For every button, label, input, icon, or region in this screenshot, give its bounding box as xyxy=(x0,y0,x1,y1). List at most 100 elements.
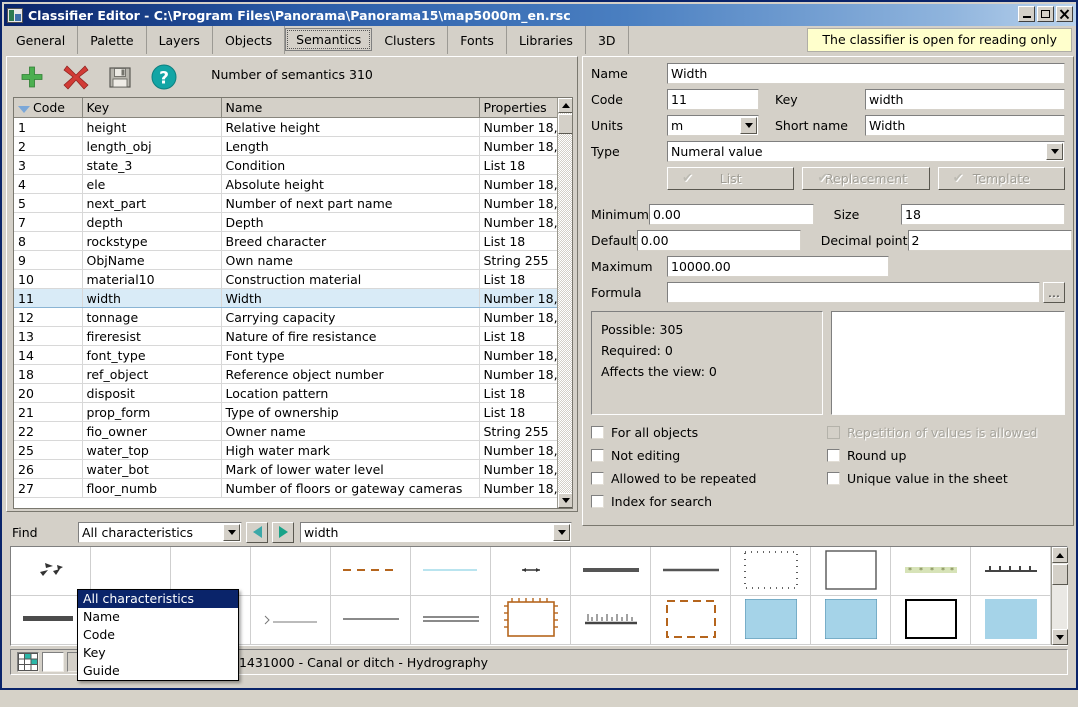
scroll-thumb[interactable] xyxy=(558,114,573,134)
checkbox-allowed-to-be-repeated[interactable]: Allowed to be repeated xyxy=(591,471,827,486)
scroll-down-button[interactable] xyxy=(558,493,573,508)
column-header-properties[interactable]: Properties xyxy=(479,98,559,118)
checkbox-box[interactable] xyxy=(827,472,840,485)
symbol-scroll-up-button[interactable] xyxy=(1052,547,1068,563)
semantics-table[interactable]: Code Key Name Properties 1heightRelative… xyxy=(13,97,573,509)
formula-field[interactable] xyxy=(667,282,1040,303)
tab-palette[interactable]: Palette xyxy=(78,26,146,54)
table-row[interactable]: 13fireresistNature of fire resistanceLis… xyxy=(14,327,559,346)
symbol-cell[interactable] xyxy=(411,596,491,645)
symbol-gallery-scrollbar[interactable] xyxy=(1051,547,1067,645)
symbol-scroll-down-button[interactable] xyxy=(1052,629,1068,645)
symbol-cell[interactable] xyxy=(571,547,651,596)
checkbox-not-editing[interactable]: Not editing xyxy=(591,448,827,463)
decimal-point-field[interactable] xyxy=(908,230,1072,251)
table-row[interactable]: 12tonnageCarrying capacityNumber 18,2 xyxy=(14,308,559,327)
chevron-down-icon[interactable] xyxy=(223,524,240,541)
table-row[interactable]: 20dispositLocation patternList 18 xyxy=(14,384,559,403)
table-row[interactable]: 4eleAbsolute heightNumber 18,2 xyxy=(14,175,559,194)
type-select[interactable]: Numeral value xyxy=(667,141,1065,162)
formula-browse-button[interactable]: ... xyxy=(1043,282,1065,303)
table-grid-icon[interactable] xyxy=(17,652,39,672)
symbol-cell[interactable] xyxy=(251,596,331,645)
chevron-down-icon[interactable] xyxy=(553,524,570,541)
symbol-cell[interactable] xyxy=(731,547,811,596)
table-row[interactable]: 3state_3ConditionList 18 xyxy=(14,156,559,175)
column-header-code[interactable]: Code xyxy=(14,98,82,118)
scroll-up-button[interactable] xyxy=(558,98,573,113)
checkbox-box[interactable] xyxy=(827,449,840,462)
table-row[interactable]: 2length_objLengthNumber 18,2 xyxy=(14,137,559,156)
symbol-cell[interactable] xyxy=(331,596,411,645)
symbol-cell[interactable] xyxy=(651,596,731,645)
checkbox-box[interactable] xyxy=(591,426,604,439)
tab-3d[interactable]: 3D xyxy=(586,26,629,54)
find-previous-button[interactable] xyxy=(246,522,268,543)
checkbox-unique-value-in-sheet[interactable]: Unique value in the sheet xyxy=(827,471,1065,486)
close-button[interactable] xyxy=(1056,6,1073,22)
symbol-cell[interactable]: ***** xyxy=(891,547,971,596)
symbol-cell[interactable] xyxy=(811,596,891,645)
maximum-field[interactable] xyxy=(667,256,889,277)
table-row[interactable]: 27floor_numbNumber of floors or gateway … xyxy=(14,479,559,498)
checkbox-box[interactable] xyxy=(591,472,604,485)
symbol-cell[interactable] xyxy=(411,547,491,596)
symbol-cell[interactable] xyxy=(251,547,331,596)
tab-semantics[interactable]: Semantics xyxy=(285,28,372,51)
checkbox-for-all-objects[interactable]: For all objects xyxy=(591,425,827,440)
dropdown-option[interactable]: Key xyxy=(78,644,238,662)
symbol-scroll-thumb[interactable] xyxy=(1052,564,1068,585)
name-field[interactable] xyxy=(667,63,1065,84)
table-row[interactable]: 22fio_ownerOwner nameString 255 xyxy=(14,422,559,441)
symbol-cell[interactable] xyxy=(331,547,411,596)
table-row[interactable]: 9ObjNameOwn nameString 255 xyxy=(14,251,559,270)
find-scope-select[interactable]: All characteristics xyxy=(78,522,242,543)
table-row[interactable]: 1heightRelative heightNumber 18,2 xyxy=(14,118,559,137)
dropdown-option[interactable]: Name xyxy=(78,608,238,626)
template-button[interactable]: ✔Template xyxy=(938,167,1065,190)
find-scope-dropdown-menu[interactable]: All characteristicsNameCodeKeyGuide xyxy=(77,589,239,681)
checkbox-index-for-search[interactable]: Index for search xyxy=(591,494,827,509)
minimize-button[interactable] xyxy=(1018,6,1035,22)
maximize-button[interactable] xyxy=(1037,6,1054,22)
table-row[interactable]: 10material10Construction materialList 18 xyxy=(14,270,559,289)
tab-layers[interactable]: Layers xyxy=(147,26,213,54)
description-box[interactable] xyxy=(831,311,1065,415)
dropdown-option[interactable]: Guide xyxy=(78,662,238,680)
chevron-down-icon[interactable] xyxy=(1046,143,1063,160)
symbol-cell[interactable] xyxy=(971,596,1051,645)
tab-objects[interactable]: Objects xyxy=(213,26,285,54)
find-next-button[interactable] xyxy=(272,522,294,543)
table-row[interactable]: 11widthWidthNumber 18,2 xyxy=(14,289,559,308)
find-query-combo[interactable]: width xyxy=(300,522,572,543)
list-button[interactable]: ✔List xyxy=(667,167,794,190)
tab-libraries[interactable]: Libraries xyxy=(507,26,586,54)
table-row[interactable]: 18ref_objectReference object numberNumbe… xyxy=(14,365,559,384)
checkbox-box[interactable] xyxy=(591,495,604,508)
units-select[interactable]: m xyxy=(667,115,759,136)
table-row[interactable]: 21prop_formType of ownershipList 18 xyxy=(14,403,559,422)
table-row[interactable]: 14font_typeFont typeNumber 18,2 xyxy=(14,346,559,365)
table-vertical-scrollbar[interactable] xyxy=(557,98,572,508)
table-row[interactable]: 8rockstypeBreed characterList 18 xyxy=(14,232,559,251)
table-row[interactable]: 25water_topHigh water markNumber 18,2 xyxy=(14,441,559,460)
table-row[interactable]: 5next_partNumber of next part nameNumber… xyxy=(14,194,559,213)
symbol-cell[interactable] xyxy=(731,596,811,645)
replacement-button[interactable]: ✔Replacement xyxy=(802,167,929,190)
symbol-cell[interactable] xyxy=(491,596,571,645)
color-swatch-white[interactable] xyxy=(42,652,64,672)
key-field[interactable] xyxy=(865,89,1065,110)
table-row[interactable]: 26water_botMark of lower water levelNumb… xyxy=(14,460,559,479)
column-header-key[interactable]: Key xyxy=(82,98,221,118)
symbol-cell[interactable] xyxy=(811,547,891,596)
dropdown-option[interactable]: Code xyxy=(78,626,238,644)
minimum-field[interactable] xyxy=(649,204,814,225)
default-field[interactable] xyxy=(637,230,801,251)
short-name-field[interactable] xyxy=(865,115,1065,136)
symbol-cell[interactable] xyxy=(571,596,651,645)
tab-general[interactable]: General xyxy=(4,26,78,54)
tab-fonts[interactable]: Fonts xyxy=(448,26,507,54)
checkbox-box[interactable] xyxy=(591,449,604,462)
symbol-cell[interactable] xyxy=(491,547,571,596)
checkbox-round-up[interactable]: Round up xyxy=(827,448,1065,463)
